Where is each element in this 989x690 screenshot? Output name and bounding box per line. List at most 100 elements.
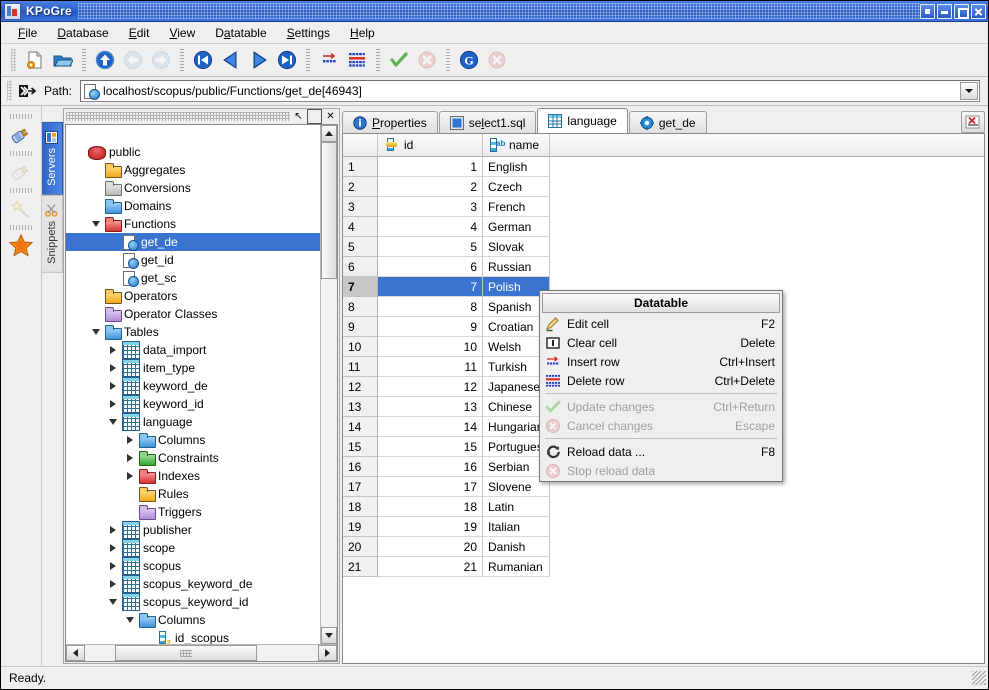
vtab-servers[interactable]: Servers [42, 122, 63, 195]
tree-node[interactable]: public [66, 143, 320, 161]
cell-name[interactable]: Slovak [483, 237, 550, 257]
table-row[interactable]: 19 19 Italian [343, 517, 984, 537]
menu-view[interactable]: View [160, 24, 204, 42]
tree-node[interactable]: Rules [66, 485, 320, 503]
context-menu-item-delete-row[interactable]: Delete row Ctrl+Delete [541, 371, 781, 390]
twisty-collapsed-icon[interactable] [106, 380, 119, 393]
twisty-collapsed-icon[interactable] [106, 362, 119, 375]
table-row[interactable]: 2 2 Czech [343, 177, 984, 197]
cell-name[interactable]: Latin [483, 497, 550, 517]
context-menu-item-insert-row[interactable]: Insert row Ctrl+Insert [541, 352, 781, 371]
menu-datatable[interactable]: Datatable [206, 24, 275, 42]
cell-name[interactable]: German [483, 217, 550, 237]
cell-name[interactable]: English [483, 157, 550, 177]
grid-header-name[interactable]: name [483, 134, 550, 156]
twisty-expanded-icon[interactable] [106, 416, 119, 429]
context-menu-item-edit-cell[interactable]: Edit cell F2 [541, 314, 781, 333]
cell-id[interactable]: 20 [378, 537, 483, 557]
tree-node[interactable]: get_sc [66, 269, 320, 287]
cell-id[interactable]: 11 [378, 357, 483, 377]
twisty-collapsed-icon[interactable] [123, 434, 136, 447]
row-number[interactable]: 19 [343, 517, 378, 537]
row-number[interactable]: 21 [343, 557, 378, 577]
tree-node[interactable]: Triggers [66, 503, 320, 521]
favorites-star-icon[interactable] [7, 232, 35, 260]
row-number[interactable]: 13 [343, 397, 378, 417]
tree-node[interactable]: Operators [66, 287, 320, 305]
cell-id[interactable]: 5 [378, 237, 483, 257]
cell-name[interactable]: French [483, 197, 550, 217]
tree-horizontal-scrollbar[interactable] [66, 644, 337, 661]
open-folder-button[interactable] [49, 46, 77, 74]
scroll-up-button[interactable] [321, 125, 337, 142]
row-number[interactable]: 16 [343, 457, 378, 477]
resize-grip[interactable] [972, 671, 986, 685]
cell-id[interactable]: 7 [378, 277, 483, 297]
cell-id[interactable]: 19 [378, 517, 483, 537]
table-row[interactable]: 5 5 Slovak [343, 237, 984, 257]
maximize-panel-button[interactable] [307, 109, 322, 124]
menu-edit[interactable]: Edit [120, 24, 159, 42]
tree-node[interactable]: scopus [66, 557, 320, 575]
row-number[interactable]: 1 [343, 157, 378, 177]
scroll-left-button[interactable] [66, 645, 85, 661]
tree-node[interactable]: Columns [66, 611, 320, 629]
row-number[interactable]: 7 [343, 277, 378, 297]
row-number[interactable]: 6 [343, 257, 378, 277]
toolbar-grip[interactable] [11, 49, 16, 71]
hscroll-track[interactable] [85, 645, 318, 661]
tab-properties[interactable]: Properties [342, 111, 438, 133]
chevron-down-icon[interactable] [960, 82, 978, 100]
go-up-button[interactable] [91, 46, 119, 74]
cell-name[interactable]: Rumanian [483, 557, 550, 577]
shade-button[interactable] [920, 3, 935, 19]
cell-id[interactable]: 13 [378, 397, 483, 417]
new-document-button[interactable] [21, 46, 49, 74]
last-record-button[interactable] [273, 46, 301, 74]
cell-id[interactable]: 17 [378, 477, 483, 497]
cell-id[interactable]: 4 [378, 217, 483, 237]
row-number[interactable]: 20 [343, 537, 378, 557]
twisty-collapsed-icon[interactable] [106, 560, 119, 573]
twisty-expanded-icon[interactable] [89, 326, 102, 339]
cell-id[interactable]: 12 [378, 377, 483, 397]
insert-row-button[interactable] [315, 46, 343, 74]
menu-file[interactable]: File [9, 24, 46, 42]
cell-name[interactable]: Italian [483, 517, 550, 537]
menu-help[interactable]: Help [341, 24, 384, 42]
row-number[interactable]: 18 [343, 497, 378, 517]
tree-node[interactable]: Tables [66, 323, 320, 341]
cell-name[interactable]: Danish [483, 537, 550, 557]
tree-node[interactable]: scope [66, 539, 320, 557]
twisty-collapsed-icon[interactable] [106, 542, 119, 555]
cell-id[interactable]: 3 [378, 197, 483, 217]
tree-node[interactable]: Conversions [66, 179, 320, 197]
twisty-expanded-icon[interactable] [123, 614, 136, 627]
cell-id[interactable]: 18 [378, 497, 483, 517]
tab-select1-sql[interactable]: select1.sql [438, 111, 537, 133]
scroll-down-button[interactable] [321, 627, 337, 644]
row-number[interactable]: 12 [343, 377, 378, 397]
close-panel-button[interactable]: ✕ [324, 110, 337, 123]
menu-settings[interactable]: Settings [278, 24, 339, 42]
grid-header-id[interactable]: id [378, 134, 483, 156]
scroll-track[interactable] [321, 142, 337, 627]
tree-node[interactable]: keyword_de [66, 377, 320, 395]
scroll-right-button[interactable] [318, 645, 337, 661]
row-number[interactable]: 3 [343, 197, 378, 217]
twisty-expanded-icon[interactable] [106, 596, 119, 609]
tree-node[interactable]: Aggregates [66, 161, 320, 179]
context-menu-item-clear-cell[interactable]: Clear cell Delete [541, 333, 781, 352]
hscroll-thumb[interactable] [115, 645, 257, 661]
minimize-button[interactable] [937, 3, 952, 19]
table-row[interactable]: 1 1 English [343, 157, 984, 177]
tree-node[interactable]: Indexes [66, 467, 320, 485]
tree-node[interactable]: get_de [66, 233, 320, 251]
row-number[interactable]: 15 [343, 437, 378, 457]
twisty-collapsed-icon[interactable] [106, 578, 119, 591]
next-record-button[interactable] [245, 46, 273, 74]
row-number[interactable]: 10 [343, 337, 378, 357]
update-changes-button[interactable] [385, 46, 413, 74]
path-bar-grip[interactable] [7, 81, 12, 101]
first-record-button[interactable] [189, 46, 217, 74]
